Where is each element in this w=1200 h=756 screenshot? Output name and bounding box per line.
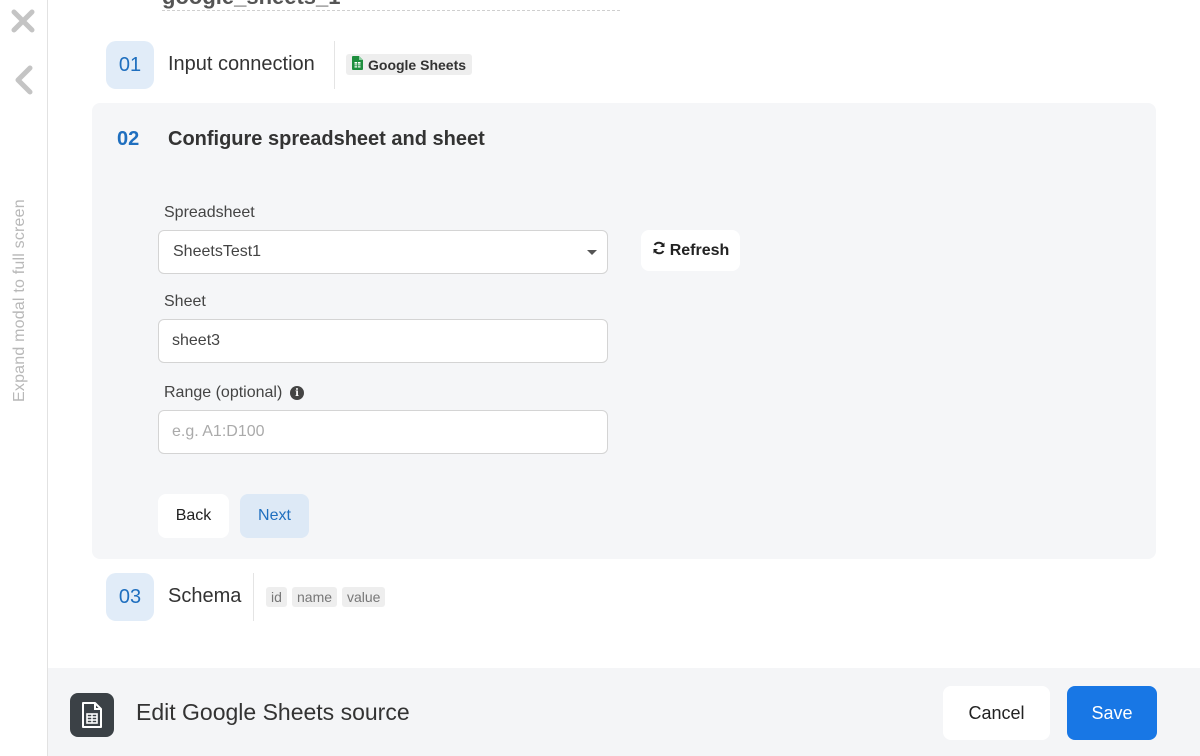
- modal-title: Edit Google Sheets source: [136, 699, 410, 725]
- caret-down-icon: [587, 250, 597, 255]
- close-icon[interactable]: [10, 8, 36, 34]
- refresh-label: Refresh: [669, 241, 730, 259]
- refresh-button[interactable]: Refresh: [641, 230, 740, 271]
- range-label: Range (optional): [164, 384, 283, 401]
- schema-column-tag: value: [342, 587, 386, 607]
- source-name-field[interactable]: google_sheets_1: [162, 0, 620, 11]
- cancel-button[interactable]: Cancel: [943, 686, 1050, 740]
- save-button[interactable]: Save: [1067, 686, 1157, 740]
- sheet-input[interactable]: sheet3: [158, 319, 608, 363]
- google-sheets-icon: [352, 56, 363, 73]
- schema-column-tag: name: [292, 587, 338, 607]
- range-input[interactable]: [158, 410, 608, 454]
- next-button[interactable]: Next: [240, 494, 309, 538]
- step-2-title: Configure spreadsheet and sheet: [168, 128, 485, 150]
- spreadsheet-select-value: SheetsTest1: [173, 243, 262, 260]
- connection-chip: Google Sheets: [346, 54, 473, 75]
- spreadsheet-file-icon: [70, 693, 114, 737]
- expand-modal-link[interactable]: Expand modal to full screen: [11, 172, 29, 402]
- step-2-number: 02: [117, 128, 140, 150]
- step-3-title: Schema: [168, 585, 242, 607]
- schema-column-tag: id: [266, 587, 287, 607]
- spreadsheet-label: Spreadsheet: [164, 204, 255, 221]
- connection-name: Google Sheets: [368, 56, 467, 73]
- modal-side-rail: Expand modal to full screen: [0, 0, 48, 756]
- info-icon[interactable]: i: [290, 386, 304, 400]
- step-3-badge: 03: [106, 573, 154, 621]
- chevron-left-icon[interactable]: [12, 64, 36, 96]
- sheet-label: Sheet: [164, 293, 206, 310]
- spreadsheet-select[interactable]: SheetsTest1: [158, 230, 608, 274]
- refresh-icon: [652, 241, 666, 260]
- step-1-badge: 01: [106, 41, 154, 89]
- step-1-divider: [334, 41, 335, 89]
- step-3-divider: [253, 573, 254, 621]
- step-1-title: Input connection: [168, 53, 315, 75]
- back-button[interactable]: Back: [158, 494, 229, 538]
